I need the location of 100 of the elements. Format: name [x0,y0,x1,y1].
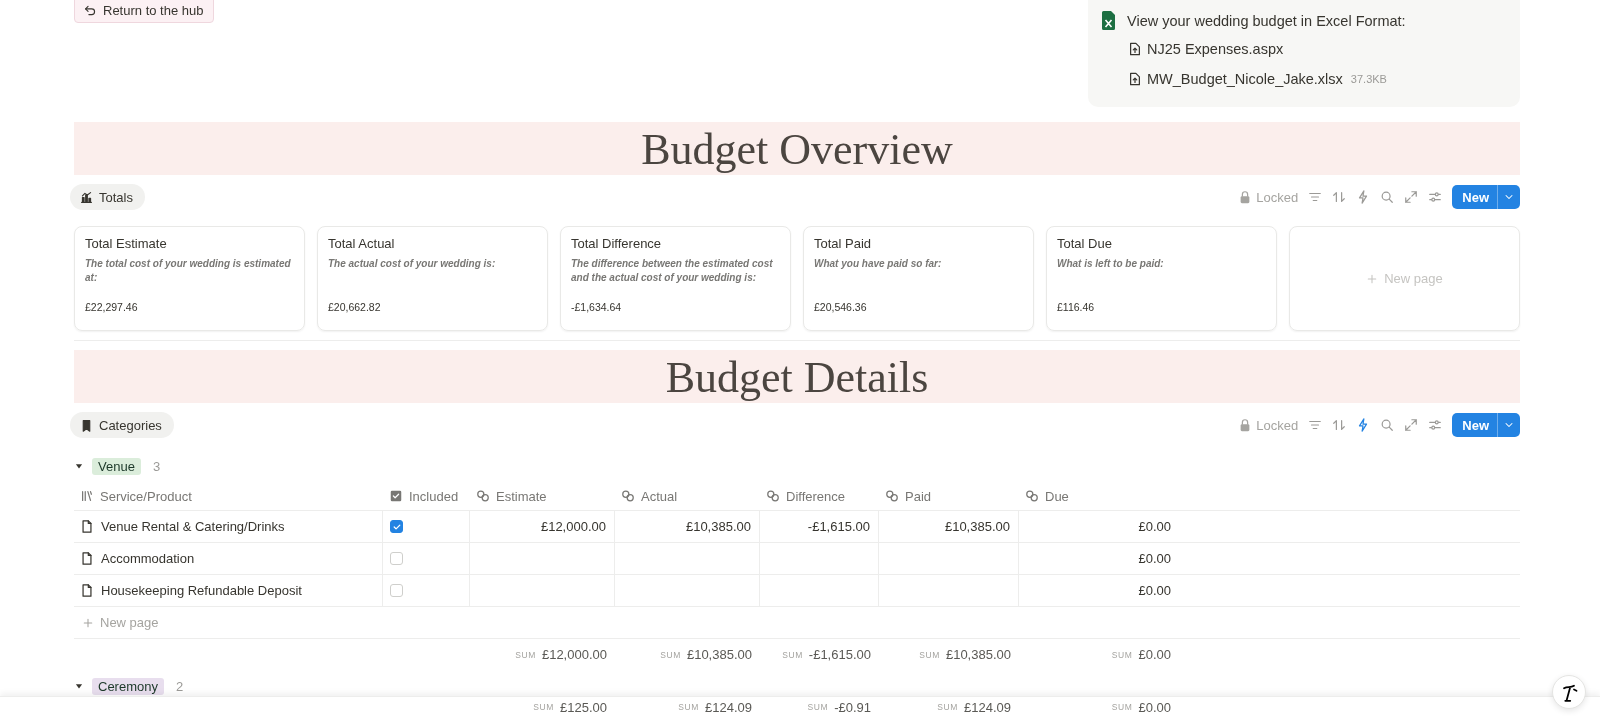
page-icon [80,551,94,566]
row-title[interactable]: Housekeeping Refundable Deposit [101,583,302,598]
sliders-icon [1428,418,1443,432]
formula-property-icon [621,489,635,503]
return-button[interactable]: Return to the hub [74,0,215,23]
table-cell: £0.00 [1138,583,1171,598]
sliders-icon [1428,190,1443,204]
sum-label: SUM [937,702,958,712]
sum-label: SUM [807,702,829,712]
card-description: The difference between the estimated cost and the actual cost of your wedding is: [571,257,774,285]
attachment-heading: View your wedding budget in Excel Format: [1127,12,1406,29]
card-value: £20,546.36 [814,301,868,313]
collapse-triangle-icon [74,461,84,471]
card-description: What you have paid so far: [814,257,943,271]
sum-value: -£0.91 [834,699,871,715]
sum-label: SUM [1111,702,1133,712]
file-upload-icon [1128,71,1142,87]
chart-icon [80,190,93,204]
locked-label: Locked [1256,417,1299,433]
text-property-icon [80,489,94,503]
card-value: -£1,634.64 [571,301,623,313]
spreadsheet-icon [1102,11,1115,30]
sum-value: £124.09 [705,699,752,715]
section-banner: Budget Details [74,350,1520,403]
sum-label: SUM [660,649,681,660]
column-header[interactable]: Service/Product [100,488,192,504]
plus-icon [82,616,94,629]
column-header[interactable]: Difference [786,488,845,504]
total-card[interactable]: Total Estimate The total cost of your wedding is estimated at: £22,297.46 [74,226,305,331]
sum-label: SUM [782,649,803,660]
plus-icon [1366,272,1379,285]
sum-value: £125.00 [560,699,607,715]
card-description: The actual cost of your wedding is: [328,257,497,271]
sum-label: SUM [1111,649,1133,660]
table-cell: £0.00 [1138,551,1171,566]
group-count: 3 [152,458,161,474]
sum-value: £12,000.00 [541,647,607,662]
view-tab[interactable]: Totals [70,184,145,210]
card-description: What is left to be paid: [1057,257,1165,271]
card-title: Total Estimate [85,236,168,251]
undo-icon [84,4,97,17]
new-button[interactable]: New [1452,413,1520,437]
column-header[interactable]: Due [1045,488,1069,504]
section-banner: Budget Overview [74,122,1520,175]
sum-label: SUM [515,649,536,660]
card-value: £22,297.46 [85,301,139,313]
table-cell: £10,385.00 [944,519,1010,534]
sum-value: -£1,615.00 [808,647,871,662]
sum-value: £124.09 [964,699,1011,715]
column-header[interactable]: Paid [905,488,932,504]
filter-icon [1308,418,1323,432]
bookmark-icon [80,418,93,432]
total-card[interactable]: Total Actual The actual cost of your wedding is: £20,662.82 [317,226,548,331]
total-card[interactable]: Total Difference The difference between the estimated cost and the actual cost of your wedding is: -£1,634.64 [560,226,791,331]
group-tag[interactable]: Ceremony [92,677,164,695]
checkbox[interactable] [390,584,403,597]
checkbox[interactable] [390,520,403,533]
card-title: Total Actual [328,236,396,251]
filter-icon [1308,190,1323,204]
checkbox[interactable] [390,552,403,565]
sum-value: £10,385.00 [686,647,752,662]
sum-value: £10,385.00 [945,647,1011,662]
total-card[interactable]: Total Due What is left to be paid: £116.46 [1046,226,1277,331]
locked-label: Locked [1256,189,1299,205]
sum-label: SUM [678,702,699,712]
new-button[interactable]: New [1452,185,1520,209]
card-title: Total Due [1057,236,1113,251]
sum-label: SUM [919,649,940,660]
group-tag[interactable]: Venue [92,457,141,475]
card-value: £20,662.82 [328,301,382,313]
table-cell: £0.00 [1138,519,1171,534]
help-button[interactable] [1552,675,1586,709]
column-header[interactable]: Estimate [496,488,547,504]
search-icon [1380,418,1395,432]
row-title[interactable]: Accommodation [101,551,195,566]
table-cell: -£1,615.00 [807,519,870,534]
collapse-triangle-icon [74,681,84,691]
checkbox-property-icon [389,489,403,503]
view-tab[interactable]: Categories [70,412,174,438]
sort-icon [1332,418,1347,432]
group-count: 2 [175,678,184,694]
card-description: The total cost of your wedding is estimated at: [85,257,292,285]
page-icon [80,583,94,598]
file-size: 37.3KB [1350,73,1387,85]
sort-icon [1332,190,1347,204]
formula-property-icon [766,489,780,503]
row-title[interactable]: Venue Rental & Catering/Drinks [101,519,285,534]
sum-label: SUM [533,702,554,712]
expand-icon [1404,418,1419,432]
formula-property-icon [885,489,899,503]
column-header[interactable]: Included [409,488,459,504]
total-card[interactable]: Total Paid What you have paid so far: £20,546.36 [803,226,1034,331]
file-link[interactable]: MW_Budget_Nicole_Jake.xlsx [1147,71,1343,87]
formula-property-icon [476,489,490,503]
column-header[interactable]: Actual [641,488,678,504]
sum-value: £0.00 [1138,647,1171,662]
table-cell: £10,385.00 [685,519,751,534]
card-title: Total Difference [571,236,663,251]
expand-icon [1404,190,1419,204]
file-link[interactable]: NJ25 Expenses.aspx [1147,41,1284,57]
